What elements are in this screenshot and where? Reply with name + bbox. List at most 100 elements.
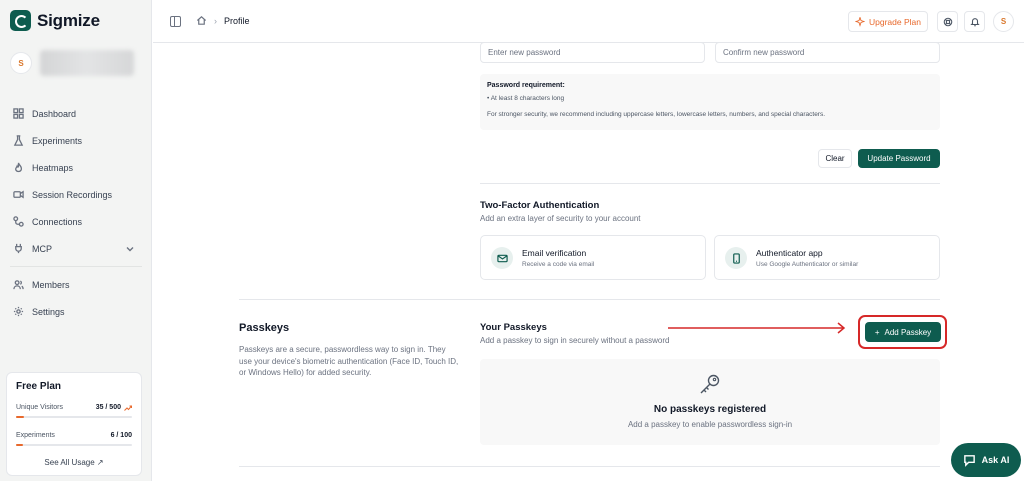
- breadcrumb: › Profile: [196, 15, 250, 26]
- plan-title: Free Plan: [16, 381, 62, 392]
- sidebar-item-settings[interactable]: Settings: [0, 298, 152, 325]
- passkeys-title: Passkeys: [239, 322, 290, 334]
- topbar: › Profile Upgrade Plan S: [153, 0, 1024, 43]
- help-button[interactable]: [937, 11, 958, 32]
- sidebar-item-experiments[interactable]: Experiments: [0, 127, 152, 154]
- plan-visitors-row: Unique Visitors 35 / 500: [16, 404, 132, 411]
- email-verification-title: Email verification: [522, 248, 587, 258]
- key-icon: [700, 374, 720, 394]
- trend-up-icon: [124, 405, 132, 411]
- upgrade-plan-button[interactable]: Upgrade Plan: [848, 11, 928, 32]
- authenticator-app-title: Authenticator app: [756, 248, 823, 258]
- email-icon-wrap: [491, 247, 513, 269]
- video-icon: [13, 190, 24, 199]
- logo-text: Sigmize: [37, 10, 100, 30]
- chat-icon: [963, 454, 975, 467]
- two-factor-title: Two-Factor Authentication: [480, 200, 600, 211]
- sidebar-item-dashboard[interactable]: Dashboard: [0, 100, 152, 127]
- plan-visitors-label: Unique Visitors: [16, 404, 63, 411]
- sidebar-item-label: Members: [32, 279, 70, 290]
- gear-icon: [13, 306, 24, 317]
- plan-experiments-label: Experiments: [16, 432, 55, 439]
- empty-state-subtitle: Add a passkey to enable passwordless sig…: [627, 420, 793, 429]
- clear-button[interactable]: Clear: [818, 149, 852, 168]
- plan-card: Free Plan Unique Visitors 35 / 500 Exper…: [6, 372, 142, 476]
- add-passkey-button[interactable]: + Add Passkey: [865, 322, 941, 342]
- email-verification-subtitle: Receive a code via email: [522, 261, 595, 268]
- sidebar-item-label: Connections: [32, 216, 83, 227]
- sparkle-icon: [855, 16, 865, 27]
- home-icon[interactable]: [196, 15, 207, 26]
- plan-visitors-value: 35 / 500: [95, 404, 121, 411]
- plus-icon: +: [874, 327, 880, 337]
- divider: [239, 466, 940, 467]
- link-icon: [13, 216, 24, 227]
- breadcrumb-separator-icon: ›: [214, 15, 217, 26]
- password-requirement-item: • At least 8 characters long: [487, 95, 565, 102]
- plug-icon: [15, 243, 22, 254]
- sidebar-item-label: Dashboard: [32, 108, 77, 119]
- workspace-switcher[interactable]: S: [10, 50, 134, 76]
- plan-experiments-row: Experiments 6 / 100: [16, 432, 132, 439]
- divider: [239, 299, 940, 300]
- user-avatar-button[interactable]: S: [993, 11, 1014, 32]
- see-all-usage-link[interactable]: See All Usage ↗: [16, 458, 132, 467]
- flame-icon: [15, 162, 23, 173]
- add-passkey-label: Add Passkey: [884, 327, 932, 337]
- sidebar-item-label: MCP: [32, 243, 52, 254]
- sidebar-item-session-recordings[interactable]: Session Recordings: [0, 181, 152, 208]
- sidebar-item-mcp[interactable]: MCP: [0, 235, 152, 262]
- plan-experiments-bar: [16, 444, 132, 446]
- plan-visitors-value-wrap: 35 / 500: [96, 404, 132, 411]
- two-factor-subtitle: Add an extra layer of security to your a…: [480, 214, 641, 223]
- sidebar-item-connections[interactable]: Connections: [0, 208, 152, 235]
- sidebar-toggle-icon[interactable]: [170, 16, 181, 27]
- ask-ai-button[interactable]: Ask AI: [951, 443, 1021, 477]
- password-requirement-note: For stronger security, we recommend incl…: [487, 111, 826, 118]
- logo[interactable]: Sigmize: [10, 10, 100, 31]
- upgrade-plan-label: Upgrade Plan: [869, 16, 921, 27]
- authenticator-app-subtitle: Use Google Authenticator or similar: [756, 261, 859, 268]
- phone-icon: [732, 252, 740, 264]
- divider: [480, 183, 940, 184]
- password-requirements-title: Password requirement:: [487, 82, 565, 89]
- confirm-password-input[interactable]: Confirm new password: [715, 42, 940, 63]
- users-icon: [13, 280, 24, 290]
- your-passkeys-subtitle: Add a passkey to sign in securely withou…: [480, 336, 670, 345]
- mail-icon: [496, 254, 508, 262]
- flask-icon: [13, 135, 24, 146]
- your-passkeys-title: Your Passkeys: [480, 322, 547, 333]
- authenticator-app-card[interactable]: Authenticator app Use Google Authenticat…: [714, 235, 940, 280]
- sidebar-item-label: Experiments: [32, 135, 83, 146]
- email-verification-card[interactable]: Email verification Receive a code via em…: [480, 235, 706, 280]
- sidebar-nav: Dashboard Experiments Heatmaps Session R…: [0, 100, 152, 325]
- logo-icon: [10, 10, 31, 31]
- breadcrumb-current: Profile: [224, 15, 250, 26]
- sidebar-divider: [10, 266, 142, 267]
- avatar: S: [10, 52, 32, 74]
- sidebar-item-heatmaps[interactable]: Heatmaps: [0, 154, 152, 181]
- ask-ai-label: Ask AI: [981, 455, 1010, 465]
- new-password-input[interactable]: Enter new password: [480, 42, 705, 63]
- plan-experiments-value: 6 / 100: [110, 432, 132, 439]
- bell-icon: [969, 17, 980, 26]
- phone-icon-wrap: [725, 247, 747, 269]
- grid-icon: [13, 108, 24, 119]
- passkeys-description: Passkeys are a secure, passwordless way …: [239, 345, 459, 377]
- plan-visitors-bar: [16, 416, 132, 418]
- empty-state-title: No passkeys registered: [653, 404, 767, 415]
- chevron-down-icon: [126, 246, 134, 251]
- update-password-button[interactable]: Update Password: [858, 149, 940, 168]
- sidebar-item-label: Session Recordings: [32, 189, 113, 200]
- sidebar-item-members[interactable]: Members: [0, 271, 152, 298]
- password-requirements: Password requirement: • At least 8 chara…: [480, 74, 940, 130]
- annotation-arrow-icon: [668, 322, 846, 334]
- sidebar: Sigmize S Dashboard Experiments Heatmaps…: [0, 0, 152, 481]
- plan-experiments-bar-fill: [16, 444, 23, 446]
- plan-visitors-bar-fill: [16, 416, 25, 418]
- sidebar-item-label: Settings: [32, 306, 65, 317]
- lifebuoy-icon: [943, 17, 952, 26]
- redacted-user-name: [40, 50, 134, 76]
- notifications-button[interactable]: [964, 11, 985, 32]
- sidebar-item-label: Heatmaps: [32, 162, 74, 173]
